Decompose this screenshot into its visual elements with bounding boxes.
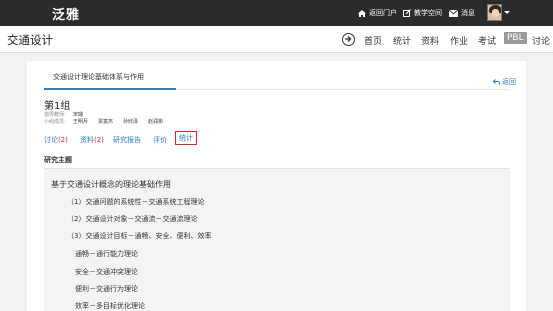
course-header: 交通设计 首页 统计 资料 作业 考试 PBL 讨论: [0, 26, 553, 53]
content-line: 便利－交通行为理论: [75, 285, 138, 293]
back-label: 返回: [502, 78, 516, 86]
subtab-label: 统计: [179, 134, 193, 142]
nav-statistics[interactable]: 统计: [393, 34, 411, 47]
member-name: 王明月: [73, 119, 89, 125]
edit-icon: [403, 9, 411, 17]
content-line: 效率－多目标优化理论: [75, 302, 145, 310]
teaching-space-label: 教学空间: [414, 9, 442, 17]
nav-home[interactable]: 首页: [364, 34, 382, 47]
home-icon: [358, 9, 366, 17]
topic-content: 基于交通设计概念的理论基础作用 （1）交通问题的系统性－交通系统工程理论 （2）…: [44, 168, 510, 311]
subtab-resources[interactable]: 资料(2): [80, 135, 104, 145]
content-line: （1）交通问题的系统性－交通系统工程理论: [67, 198, 205, 206]
subtab-statistics[interactable]: 统计: [175, 131, 197, 145]
user-avatar[interactable]: [487, 4, 502, 21]
nav-pbl[interactable]: PBL: [504, 32, 527, 44]
back-link[interactable]: 返回: [493, 77, 516, 87]
course-title: 交通设计: [7, 33, 53, 47]
subtab-label: 资料: [80, 136, 94, 144]
group-title: 第1组: [44, 101, 71, 112]
subtab-evaluation[interactable]: 评价: [153, 135, 167, 145]
teacher-row: 指导教师： 宋璐: [44, 111, 83, 118]
teaching-space-link[interactable]: 教学空间: [403, 8, 442, 18]
circle-arrow-icon[interactable]: [342, 33, 355, 46]
nav-resources[interactable]: 资料: [421, 34, 439, 47]
mail-icon: [449, 9, 458, 17]
app-logo[interactable]: 泛雅: [52, 4, 80, 23]
section-title: 研究主题: [44, 156, 72, 164]
count-badge: (2): [94, 136, 104, 144]
nav-homework[interactable]: 作业: [450, 34, 468, 47]
subtab-label: 讨论: [44, 136, 58, 144]
members-label: 小组成员：: [44, 119, 70, 125]
subtab-label: 研究报告: [113, 136, 141, 144]
subtab-report[interactable]: 研究报告: [113, 135, 141, 145]
subtab-label: 评价: [153, 136, 167, 144]
subtab-discussion[interactable]: 讨论(2): [44, 135, 68, 145]
chevron-down-icon[interactable]: [504, 11, 510, 14]
members-row: 小组成员： 王明月 贾富杰 孙欣泽 赵润彬: [44, 118, 163, 125]
messages-link[interactable]: 消息: [449, 8, 475, 18]
member-name: 赵润彬: [148, 119, 164, 125]
undo-arrow-icon: [493, 79, 500, 85]
content-line: （3）交通设计目标－通畅、安全、便利、效率: [67, 232, 212, 240]
content-line: 安全－交通冲突理论: [75, 268, 138, 276]
nav-exam[interactable]: 考试: [478, 34, 496, 47]
count-badge: (2): [58, 136, 68, 144]
content-line: 通畅－通行能力理论: [75, 250, 138, 258]
active-tab-indicator: [44, 88, 176, 90]
messages-label: 消息: [461, 9, 475, 17]
portal-link-label: 返回门户: [369, 9, 397, 17]
pbl-card: 交通设计理论基础体系与作用 返回 第1组 指导教师： 宋璐 小组成员： 王明月 贾富杰…: [27, 61, 526, 311]
top-navbar: 泛雅 返回门户 教学空间 消息: [0, 0, 553, 26]
tab-pbl-topic[interactable]: 交通设计理论基础体系与作用: [53, 72, 144, 82]
content-line: 基于交通设计概念的理论基础作用: [51, 180, 171, 189]
content-line: （2）交通设计对象－交通流－交通流理论: [67, 215, 198, 223]
nav-discussion[interactable]: 讨论: [532, 34, 550, 47]
portal-link[interactable]: 返回门户: [358, 8, 397, 18]
member-name: 贾富杰: [98, 119, 114, 125]
member-name: 孙欣泽: [123, 119, 139, 125]
